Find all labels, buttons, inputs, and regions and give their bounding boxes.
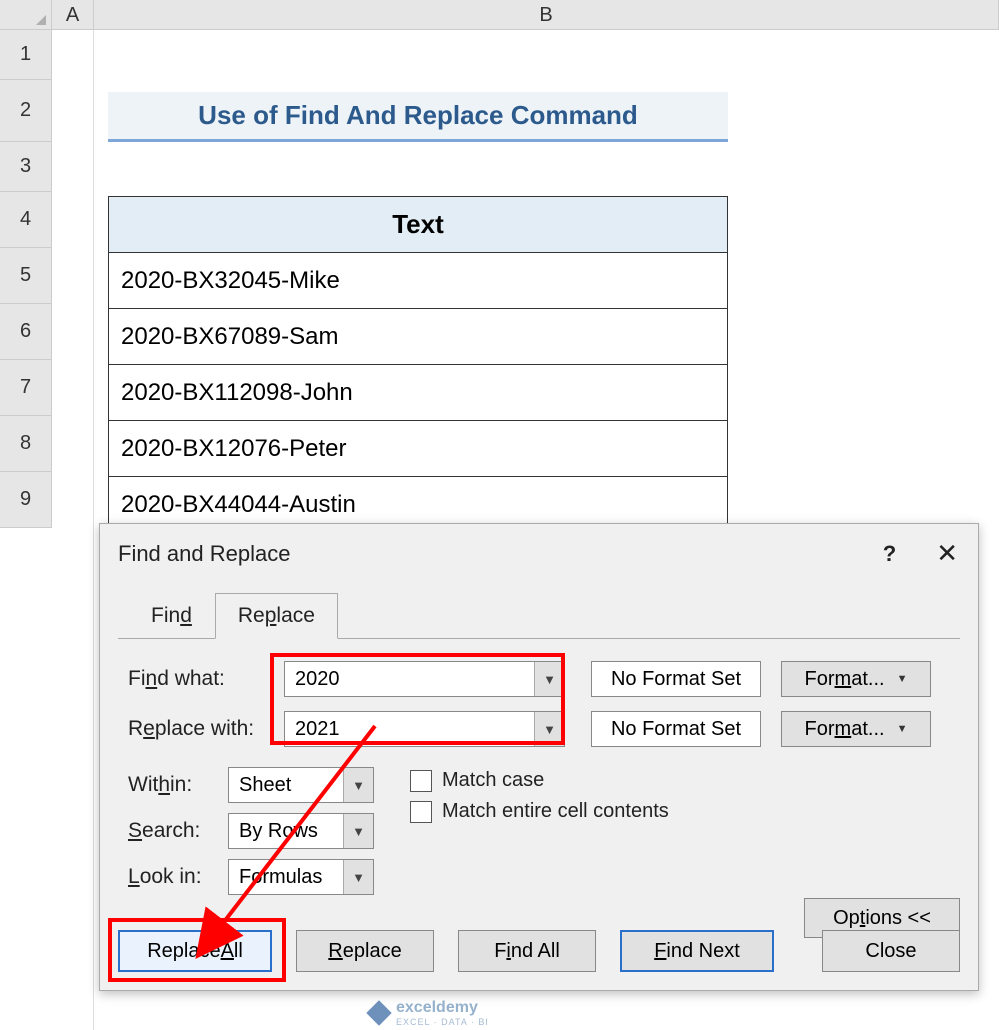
col-header-A[interactable]: A [52, 0, 94, 30]
data-table: Text 2020-BX32045-Mike 2020-BX67089-Sam … [108, 196, 728, 533]
row-header-6[interactable]: 6 [0, 304, 51, 360]
chevron-down-icon[interactable]: ▼ [343, 860, 373, 894]
row-header-8[interactable]: 8 [0, 416, 51, 472]
match-entire-checkbox[interactable] [410, 801, 432, 823]
row-header-5[interactable]: 5 [0, 248, 51, 304]
replace-with-label: Replace with: [128, 717, 284, 741]
page-title: Use of Find And Replace Command [108, 92, 728, 142]
find-what-label: Find what: [128, 667, 284, 691]
table-header: Text [109, 197, 728, 253]
close-button[interactable]: Close [822, 930, 960, 972]
spreadsheet-area: A B 1 2 3 4 5 6 7 8 9 Use of Find And Re… [0, 0, 999, 1030]
tab-replace[interactable]: Replace [215, 593, 338, 639]
row-header-1[interactable]: 1 [0, 30, 51, 80]
select-all-corner[interactable] [0, 0, 52, 30]
row-header-3[interactable]: 3 [0, 142, 51, 192]
close-icon[interactable]: ✕ [936, 538, 958, 569]
dialog-titlebar[interactable]: Find and Replace ? ✕ [100, 524, 978, 583]
search-select[interactable]: By Rows ▼ [228, 813, 374, 849]
col-header-B[interactable]: B [94, 0, 999, 30]
row-header-2[interactable]: 2 [0, 80, 51, 142]
logo-icon [366, 1000, 391, 1025]
tab-find[interactable]: Find [128, 593, 215, 639]
within-select[interactable]: Sheet ▼ [228, 767, 374, 803]
watermark: exceldemy EXCEL · DATA · BI [370, 999, 489, 1027]
replace-no-format: No Format Set [591, 711, 761, 747]
row-header-7[interactable]: 7 [0, 360, 51, 416]
table-row[interactable]: 2020-BX32045-Mike [109, 253, 728, 309]
dialog-tabs: Find Replace [128, 593, 978, 639]
chevron-down-icon[interactable]: ▼ [343, 814, 373, 848]
table-row[interactable]: 2020-BX12076-Peter [109, 421, 728, 477]
match-case-checkbox[interactable] [410, 770, 432, 792]
dialog-title: Find and Replace [118, 541, 290, 567]
chevron-down-icon[interactable]: ▼ [343, 768, 373, 802]
row-headers: 1 2 3 4 5 6 7 8 9 [0, 30, 52, 528]
within-label: Within: [128, 773, 228, 797]
find-what-input[interactable]: 2020 ▼ [284, 661, 565, 697]
table-row[interactable]: 2020-BX67089-Sam [109, 309, 728, 365]
match-entire-label: Match entire cell contents [442, 800, 669, 823]
chevron-down-icon[interactable]: ▼ [534, 662, 564, 696]
search-label: Search: [128, 819, 228, 843]
column-headers: A B [52, 0, 999, 30]
row-header-4[interactable]: 4 [0, 192, 51, 248]
find-replace-dialog: Find and Replace ? ✕ Find Replace Find w… [99, 523, 979, 991]
find-format-button[interactable]: Format...▼ [781, 661, 931, 697]
replace-all-button[interactable]: Replace All [118, 930, 272, 972]
look-in-label: Look in: [128, 865, 228, 889]
tab-body: Find what: 2020 ▼ No Format Set Format..… [118, 638, 960, 938]
replace-with-input[interactable]: 2021 ▼ [284, 711, 565, 747]
dialog-button-bar: Replace All Replace Find All Find Next C… [118, 930, 960, 972]
match-case-label: Match case [442, 769, 544, 792]
replace-format-button[interactable]: Format...▼ [781, 711, 931, 747]
table-row[interactable]: 2020-BX112098-John [109, 365, 728, 421]
find-no-format: No Format Set [591, 661, 761, 697]
find-next-button[interactable]: Find Next [620, 930, 774, 972]
find-all-button[interactable]: Find All [458, 930, 596, 972]
chevron-down-icon[interactable]: ▼ [534, 712, 564, 746]
row-header-9[interactable]: 9 [0, 472, 51, 528]
look-in-select[interactable]: Formulas ▼ [228, 859, 374, 895]
help-icon[interactable]: ? [883, 541, 896, 567]
replace-button[interactable]: Replace [296, 930, 434, 972]
